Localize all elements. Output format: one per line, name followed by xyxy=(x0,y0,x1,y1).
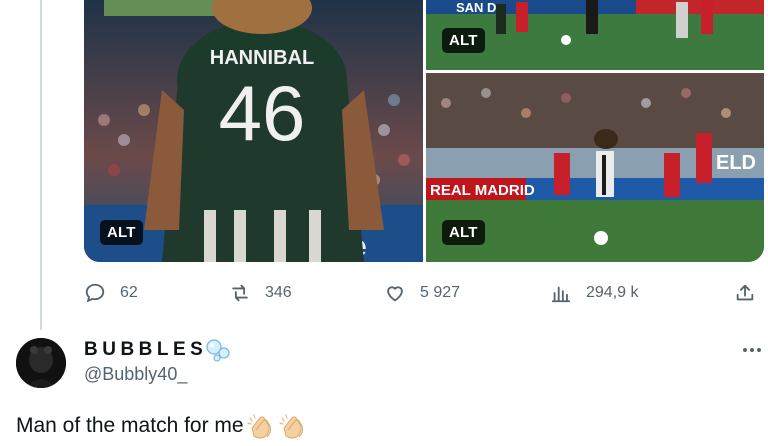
tweet-text: Man of the match for me xyxy=(16,412,308,440)
thread-line xyxy=(40,0,42,330)
views-icon xyxy=(551,286,571,303)
clapping-hands-icon xyxy=(247,414,271,439)
display-name: BUBBLES xyxy=(84,339,208,360)
share-icon xyxy=(736,284,754,301)
ad-board-text-top-image: SAN D xyxy=(456,0,496,15)
media-image-player-back[interactable]: Te HANNIBAL 46 ALT xyxy=(84,0,423,262)
alt-badge[interactable]: ALT xyxy=(100,220,143,245)
ad-board-text-right: ELD xyxy=(716,152,756,174)
reply-icon xyxy=(85,283,105,303)
alt-badge[interactable]: ALT xyxy=(442,220,485,245)
jersey-number: 46 xyxy=(219,69,306,157)
views-count: 294,9 k xyxy=(586,284,639,301)
clapping-hands-icon xyxy=(279,414,303,439)
user-handle[interactable]: @Bubbly40_ xyxy=(84,364,187,385)
alt-badge[interactable]: ALT xyxy=(442,28,485,53)
like-count: 5 927 xyxy=(420,284,461,301)
more-icon xyxy=(743,348,761,352)
media-grid: Te HANNIBAL 46 ALT SAN D xyxy=(84,0,764,262)
like-button[interactable]: 5 927 xyxy=(384,278,460,308)
media-image-match-action-top[interactable]: SAN D ALT xyxy=(426,0,764,70)
display-name-link[interactable]: BUBBLES xyxy=(84,338,231,362)
more-options-button[interactable] xyxy=(740,340,764,360)
media-image-match-action-bottom[interactable]: REAL MADRID ELD ALT xyxy=(426,73,764,262)
tweet-action-bar: 62 346 5 927 294,9 k xyxy=(84,278,764,308)
ad-board-text-real-madrid: REAL MADRID xyxy=(430,182,535,199)
repost-button[interactable]: 346 xyxy=(229,278,292,308)
bubbles-emoji-icon xyxy=(206,339,230,362)
jersey-name: HANNIBAL xyxy=(210,47,314,69)
reply-count: 62 xyxy=(120,284,138,301)
repost-count: 346 xyxy=(265,284,292,301)
share-button[interactable] xyxy=(734,278,756,308)
views-button[interactable]: 294,9 k xyxy=(550,278,638,308)
reply-button[interactable]: 62 xyxy=(84,278,138,308)
tweet-text-content: Man of the match for me xyxy=(16,414,244,437)
repost-icon xyxy=(232,284,248,302)
avatar-image xyxy=(16,338,66,388)
avatar[interactable] xyxy=(16,338,66,388)
like-icon xyxy=(387,286,403,302)
